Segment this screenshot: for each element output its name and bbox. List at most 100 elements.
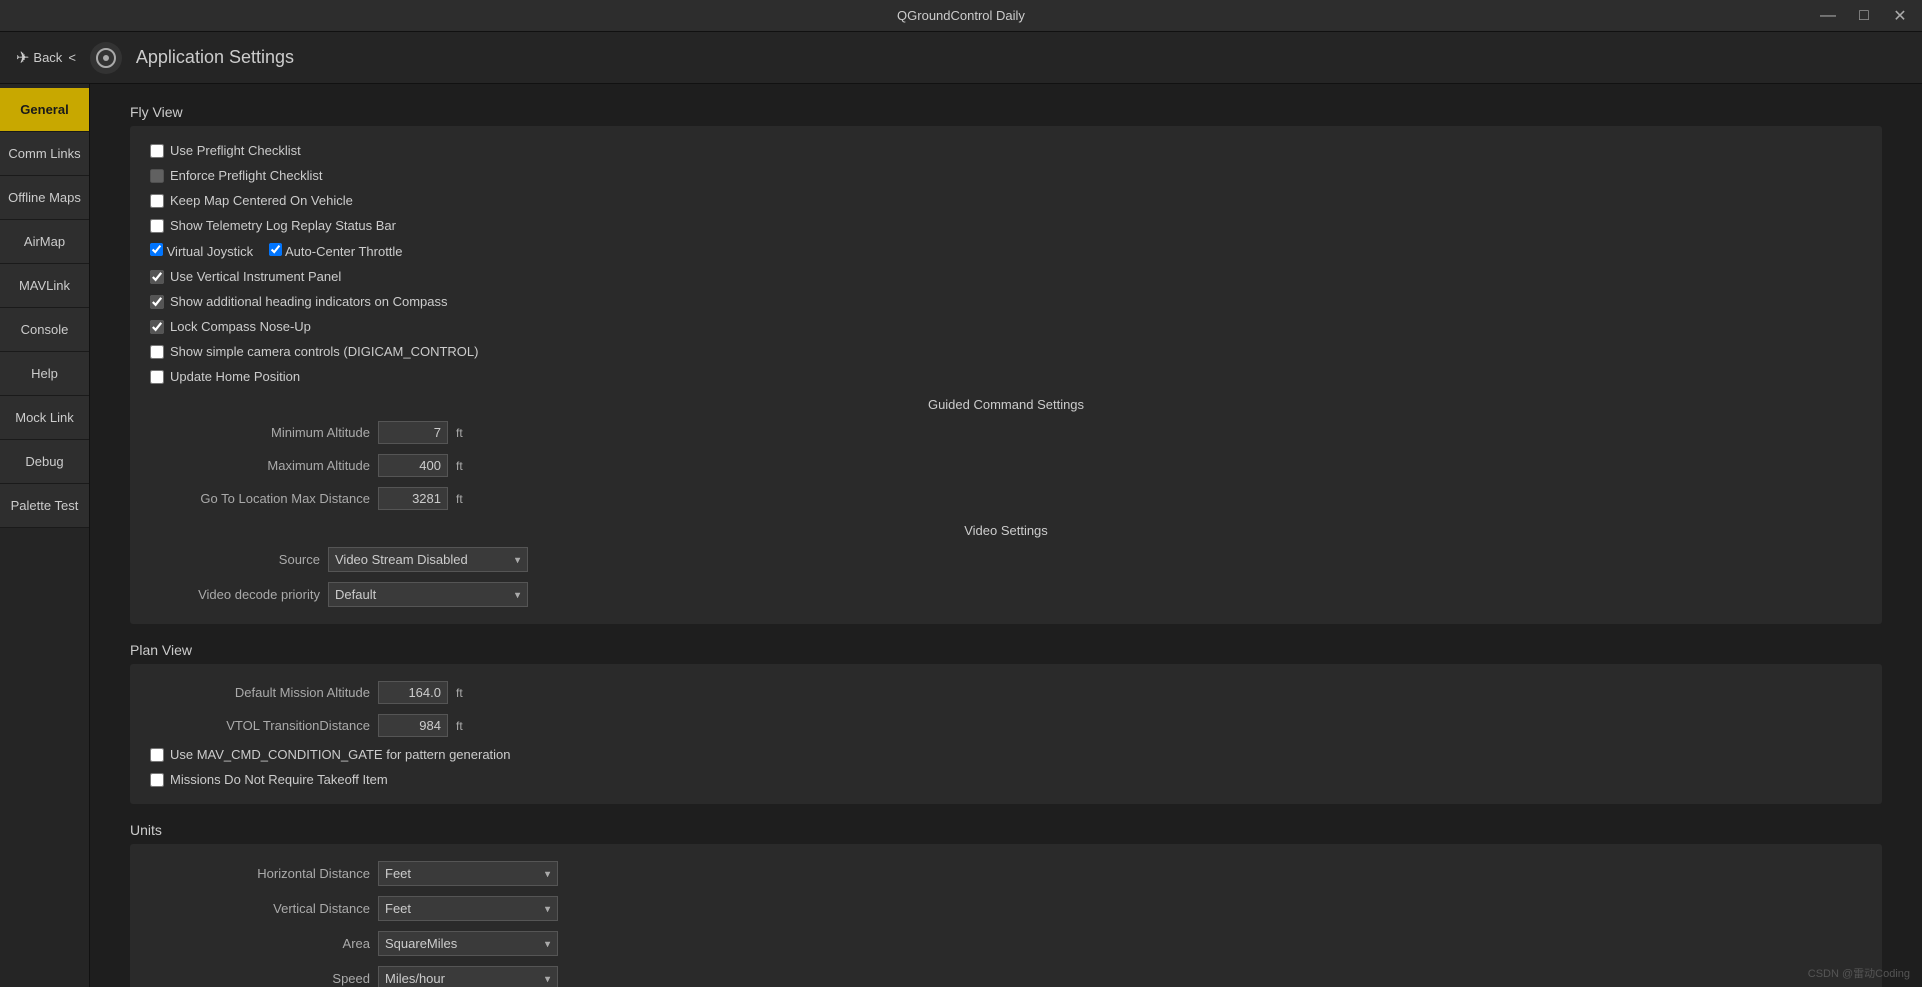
maximum-altitude-unit: ft <box>456 459 476 473</box>
minimum-altitude-unit: ft <box>456 426 476 440</box>
keep-map-centered-checkbox[interactable] <box>150 194 164 208</box>
show-camera-controls-checkbox[interactable] <box>150 345 164 359</box>
vtol-transition-distance-row: VTOL TransitionDistance ft <box>150 709 1862 742</box>
vtol-transition-distance-label: VTOL TransitionDistance <box>150 718 370 733</box>
sidebar-item-comm-links[interactable]: Comm Links <box>0 132 89 176</box>
show-camera-controls-label[interactable]: Show simple camera controls (DIGICAM_CON… <box>150 344 478 359</box>
minimum-altitude-input[interactable] <box>378 421 448 444</box>
minimize-button[interactable]: — <box>1814 2 1842 30</box>
update-home-position-checkbox[interactable] <box>150 370 164 384</box>
sidebar-item-help[interactable]: Help <box>0 352 89 396</box>
plan-view-title: Plan View <box>130 642 1882 658</box>
use-mav-cmd-checkbox[interactable] <box>150 748 164 762</box>
virtual-joystick-checkbox[interactable] <box>150 243 163 256</box>
video-decode-priority-row: Video decode priority Default GPU CPU ▼ <box>150 577 1862 612</box>
plan-view-panel: Default Mission Altitude ft VTOL Transit… <box>130 664 1882 804</box>
horizontal-distance-row: Horizontal Distance Feet Meters ▼ <box>150 856 1862 891</box>
use-preflight-checklist-checkbox[interactable] <box>150 144 164 158</box>
use-vertical-instrument-label[interactable]: Use Vertical Instrument Panel <box>150 269 341 284</box>
sidebar-item-debug[interactable]: Debug <box>0 440 89 484</box>
sidebar-item-mavlink[interactable]: MAVLink <box>0 264 89 308</box>
use-mav-cmd-row: Use MAV_CMD_CONDITION_GATE for pattern g… <box>150 742 1862 767</box>
logo-icon <box>96 48 116 68</box>
update-home-position-label[interactable]: Update Home Position <box>150 369 300 384</box>
fly-view-panel: Use Preflight Checklist Enforce Prefligh… <box>130 126 1882 624</box>
show-camera-controls-row: Show simple camera controls (DIGICAM_CON… <box>150 339 1862 364</box>
back-label: Back <box>33 50 62 65</box>
units-title: Units <box>130 822 1882 838</box>
sidebar-item-general[interactable]: General <box>0 88 89 132</box>
video-decode-priority-label: Video decode priority <box>150 587 320 602</box>
title-bar: QGroundControl Daily — □ ✕ <box>0 0 1922 32</box>
enforce-preflight-checklist-label[interactable]: Enforce Preflight Checklist <box>150 168 322 183</box>
back-arrow-icon: ✈ <box>16 48 29 68</box>
sidebar-item-console[interactable]: Console <box>0 308 89 352</box>
vertical-distance-select-wrapper: Feet Meters ▼ <box>378 896 558 921</box>
show-telemetry-row: Show Telemetry Log Replay Status Bar <box>150 213 1862 238</box>
vtol-transition-distance-input[interactable] <box>378 714 448 737</box>
vertical-distance-select[interactable]: Feet Meters <box>378 896 558 921</box>
vtol-transition-distance-unit: ft <box>456 719 476 733</box>
virtual-joystick-row: Virtual Joystick Auto-Center Throttle <box>150 238 1862 264</box>
missions-do-not-require-checkbox[interactable] <box>150 773 164 787</box>
sidebar-item-airmap[interactable]: AirMap <box>0 220 89 264</box>
show-telemetry-label[interactable]: Show Telemetry Log Replay Status Bar <box>150 218 396 233</box>
use-vertical-instrument-row: Use Vertical Instrument Panel <box>150 264 1862 289</box>
go-to-location-label: Go To Location Max Distance <box>150 491 370 506</box>
sidebar-item-palette-test[interactable]: Palette Test <box>0 484 89 528</box>
keep-map-centered-label[interactable]: Keep Map Centered On Vehicle <box>150 193 353 208</box>
video-settings-title: Video Settings <box>150 523 1862 538</box>
maximum-altitude-row: Maximum Altitude ft <box>150 449 1862 482</box>
sidebar-item-offline-maps[interactable]: Offline Maps <box>0 176 89 220</box>
sidebar-item-mock-link[interactable]: Mock Link <box>0 396 89 440</box>
enforce-preflight-checklist-checkbox[interactable] <box>150 169 164 183</box>
auto-center-throttle-checkbox[interactable] <box>269 243 282 256</box>
speed-row: Speed Miles/hour Meters/second Km/hour ▼ <box>150 961 1862 987</box>
lock-compass-label[interactable]: Lock Compass Nose-Up <box>150 319 311 334</box>
units-panel: Horizontal Distance Feet Meters ▼ Vertic… <box>130 844 1882 987</box>
window-title: QGroundControl Daily <box>897 8 1025 23</box>
auto-center-throttle-label[interactable]: Auto-Center Throttle <box>269 243 402 259</box>
enforce-preflight-checklist-row: Enforce Preflight Checklist <box>150 163 1862 188</box>
fly-view-title: Fly View <box>130 104 1882 120</box>
go-to-location-input[interactable] <box>378 487 448 510</box>
show-telemetry-checkbox[interactable] <box>150 219 164 233</box>
sidebar: General Comm Links Offline Maps AirMap M… <box>0 84 90 987</box>
default-mission-altitude-unit: ft <box>456 686 476 700</box>
update-home-position-row: Update Home Position <box>150 364 1862 389</box>
speed-select[interactable]: Miles/hour Meters/second Km/hour <box>378 966 558 987</box>
use-mav-cmd-label[interactable]: Use MAV_CMD_CONDITION_GATE for pattern g… <box>150 747 511 762</box>
close-button[interactable]: ✕ <box>1886 2 1914 30</box>
show-additional-heading-checkbox[interactable] <box>150 295 164 309</box>
lock-compass-checkbox[interactable] <box>150 320 164 334</box>
video-source-select[interactable]: Video Stream Disabled UDP h.264 Video St… <box>328 547 528 572</box>
content-area: Fly View Use Preflight Checklist Enforce… <box>90 84 1922 987</box>
use-vertical-instrument-checkbox[interactable] <box>150 270 164 284</box>
minimum-altitude-label: Minimum Altitude <box>150 425 370 440</box>
missions-do-not-require-row: Missions Do Not Require Takeoff Item <box>150 767 1862 792</box>
app-settings-title: Application Settings <box>136 47 294 68</box>
area-select[interactable]: SquareMiles SquareKilometers SquareMeter… <box>378 931 558 956</box>
missions-do-not-require-label[interactable]: Missions Do Not Require Takeoff Item <box>150 772 388 787</box>
area-select-wrapper: SquareMiles SquareKilometers SquareMeter… <box>378 931 558 956</box>
use-preflight-checklist-label[interactable]: Use Preflight Checklist <box>150 143 301 158</box>
main-layout: General Comm Links Offline Maps AirMap M… <box>0 84 1922 987</box>
speed-label: Speed <box>150 971 370 986</box>
go-to-location-row: Go To Location Max Distance ft <box>150 482 1862 515</box>
default-mission-altitude-label: Default Mission Altitude <box>150 685 370 700</box>
default-mission-altitude-input[interactable] <box>378 681 448 704</box>
maximum-altitude-input[interactable] <box>378 454 448 477</box>
default-mission-altitude-row: Default Mission Altitude ft <box>150 676 1862 709</box>
video-decode-priority-select[interactable]: Default GPU CPU <box>328 582 528 607</box>
use-preflight-checklist-row: Use Preflight Checklist <box>150 138 1862 163</box>
back-button[interactable]: ✈ Back < <box>16 48 76 68</box>
horizontal-distance-select[interactable]: Feet Meters <box>378 861 558 886</box>
maximize-button[interactable]: □ <box>1850 2 1878 30</box>
virtual-joystick-label[interactable]: Virtual Joystick <box>150 243 253 259</box>
maximum-altitude-label: Maximum Altitude <box>150 458 370 473</box>
show-additional-heading-label[interactable]: Show additional heading indicators on Co… <box>150 294 448 309</box>
window-controls: — □ ✕ <box>1814 2 1914 30</box>
minimum-altitude-row: Minimum Altitude ft <box>150 416 1862 449</box>
lock-compass-row: Lock Compass Nose-Up <box>150 314 1862 339</box>
keep-map-centered-row: Keep Map Centered On Vehicle <box>150 188 1862 213</box>
